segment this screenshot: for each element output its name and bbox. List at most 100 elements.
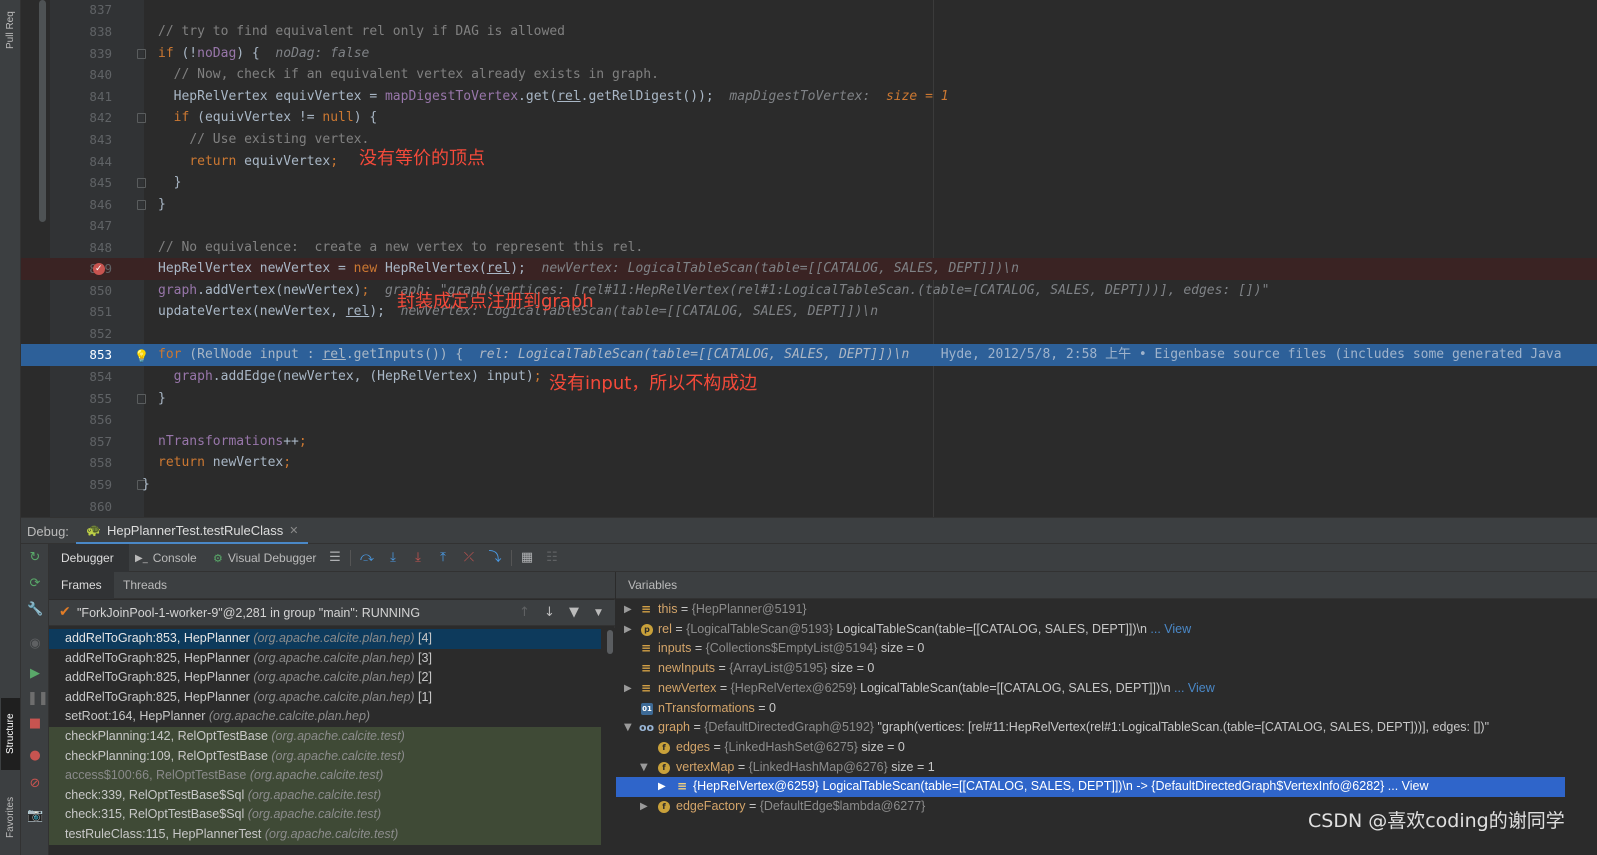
stack-frame[interactable]: checkPlanning:109, RelOptTestBase (org.a… — [49, 746, 601, 767]
view-link[interactable]: ... View — [1384, 779, 1429, 793]
code-line[interactable]: 841 HepRelVertex equivVertex = mapDigest… — [21, 86, 1597, 108]
code-line[interactable]: 860 — [21, 496, 1597, 518]
expand-arrow-icon[interactable]: ▶ — [624, 679, 634, 699]
stack-frame[interactable]: addRelToGraph:825, HepPlanner (org.apach… — [49, 649, 601, 669]
down-arrow-icon[interactable]: ↓ — [544, 605, 555, 620]
expand-arrow-icon[interactable]: ▶ — [624, 620, 634, 640]
view-link[interactable]: ... View — [1171, 681, 1215, 695]
stack-frame[interactable]: checkPlanning:142, RelOptTestBase (org.a… — [49, 727, 601, 747]
fold-marker-icon[interactable] — [137, 49, 146, 59]
variable-row[interactable]: ≡ inputs = {Collections$EmptyList@5194} … — [616, 639, 1565, 659]
expand-arrow-icon[interactable]: ▶ — [658, 777, 668, 797]
code-line[interactable]: 840 // Now, check if an equivalent verte… — [21, 64, 1597, 86]
code-line-breakpoint[interactable]: 849HepRelVertex newVertex = new HepRelVe… — [21, 258, 1597, 280]
stack-frame[interactable]: addRelToGraph:825, HepPlanner (org.apach… — [49, 688, 601, 708]
pull-requests-tab[interactable]: Pull Req — [1, 0, 20, 60]
variable-row[interactable]: f edges = {LinkedHashSet@6275} size = 0 — [616, 738, 1565, 758]
code-line[interactable]: 844 return equivVertex; — [21, 151, 1597, 173]
stop-icon[interactable]: ■ — [27, 716, 43, 732]
variable-row[interactable]: 01 nTransformations = 0 — [616, 699, 1565, 719]
code-line[interactable]: 842 if (equivVertex != null) { — [21, 107, 1597, 129]
pause-icon[interactable]: ❚❚ — [27, 691, 49, 707]
code-line[interactable]: 837 — [21, 0, 1597, 21]
camera-icon[interactable]: 📷 — [27, 808, 43, 824]
favorites-tab[interactable]: Favorites — [1, 780, 20, 855]
wrench-icon[interactable]: 🔧 — [27, 602, 43, 618]
structure-tab[interactable]: Structure — [1, 698, 20, 770]
variable-row[interactable]: ▼ oo graph = {DefaultDirectedGraph@5192}… — [616, 718, 1565, 738]
variable-row-selected[interactable]: ▶ ≡ {HepRelVertex@6259} LogicalTableScan… — [616, 777, 1565, 797]
variable-row[interactable]: ▶ p rel = {LogicalTableScan@5193} Logica… — [616, 620, 1565, 640]
code-line[interactable]: 839 if (!noDag) { noDag: false — [21, 43, 1597, 65]
thread-selector[interactable]: ✔ "ForkJoinPool-1-worker-9"@2,281 in gro… — [49, 600, 615, 626]
code-line[interactable]: 854 graph.addEdge(newVertex, (HepRelVert… — [21, 366, 1597, 388]
layout-menu-icon[interactable]: ☰ — [327, 550, 343, 566]
stack-frame[interactable]: check:339, RelOptTestBase$Sql (org.apach… — [49, 785, 601, 806]
code-line[interactable]: 846} — [21, 194, 1597, 216]
lightbulb-icon[interactable]: 💡 — [134, 345, 149, 367]
mute-breakpoints-icon[interactable]: ⊘ — [27, 776, 43, 792]
step-over-icon[interactable]: ⤼ — [359, 550, 375, 566]
drop-frame-icon[interactable]: ⤫ — [461, 550, 477, 566]
expand-arrow-icon[interactable]: ▶ — [640, 797, 650, 817]
code-line[interactable]: 838 // try to find equivalent rel only if… — [21, 21, 1597, 43]
tab-console[interactable]: ▶_ Console — [135, 544, 211, 572]
variables-scrollbar[interactable] — [1566, 599, 1578, 855]
variable-row[interactable]: ▼ f vertexMap = {LinkedHashMap@6276} siz… — [616, 758, 1565, 778]
stack-frame[interactable]: testRuleClass:115, HepPlannerTest (org.a… — [49, 825, 601, 845]
fold-marker-icon[interactable] — [137, 394, 146, 404]
stack-frame[interactable]: setRoot:164, HepPlanner (org.apache.calc… — [49, 707, 601, 727]
breakpoints-icon[interactable]: ● — [27, 748, 43, 764]
resume-icon[interactable]: ▶ — [27, 666, 43, 682]
stack-frame[interactable]: check:315, RelOptTestBase$Sql (org.apach… — [49, 805, 601, 825]
view-link[interactable]: ... View — [1147, 622, 1191, 636]
collapse-arrow-icon[interactable]: ▼ — [624, 718, 634, 738]
frames-scrollbar[interactable] — [605, 628, 615, 855]
code-line[interactable]: 845 } — [21, 172, 1597, 194]
close-icon[interactable]: ✕ — [289, 524, 298, 537]
tab-debugger[interactable]: Debugger — [49, 544, 129, 572]
breakpoint-icon[interactable] — [93, 258, 105, 280]
run-to-cursor-icon[interactable]: ⤵ — [487, 550, 503, 566]
fold-marker-icon[interactable] — [137, 200, 146, 210]
filter-icon[interactable]: ▼ — [569, 605, 579, 620]
code-line[interactable]: 855} — [21, 388, 1597, 410]
frames-scroll-thumb[interactable] — [607, 630, 613, 654]
tab-visual-debugger[interactable]: ⚙ Visual Debugger — [213, 544, 323, 572]
fold-marker-icon[interactable] — [137, 113, 146, 123]
rerun-icon[interactable]: ↻ — [27, 550, 43, 566]
collapse-arrow-icon[interactable]: ▼ — [640, 758, 650, 778]
variable-row[interactable]: ▶ ≡ newVertex = {HepRelVertex@6259} Logi… — [616, 679, 1565, 699]
code-editor[interactable]: 837 838 // try to find equivalent rel onl… — [21, 0, 1597, 529]
up-arrow-icon[interactable]: ↑ — [519, 605, 530, 620]
variable-row[interactable]: ≡ newInputs = {ArrayList@5195} size = 0 — [616, 659, 1565, 679]
stack-frame[interactable]: addRelToGraph:825, HepPlanner (org.apach… — [49, 668, 601, 688]
variable-row[interactable]: ▶ ≡ this = {HepPlanner@5191} — [616, 600, 1565, 620]
step-out-icon[interactable]: ⤒ — [435, 550, 451, 566]
code-line[interactable]: 852 — [21, 323, 1597, 345]
code-line[interactable]: 843 // Use existing vertex. — [21, 129, 1597, 151]
view-breakpoints-icon[interactable]: ◉ — [27, 636, 43, 652]
code-line[interactable]: 859} — [21, 474, 1597, 496]
chevron-down-icon[interactable]: ▼ — [595, 608, 602, 618]
stack-frame[interactable]: addRelToGraph:853, HepPlanner (org.apach… — [49, 629, 601, 649]
tab-frames[interactable]: Frames — [49, 572, 114, 599]
tab-threads[interactable]: Threads — [111, 572, 179, 599]
expand-arrow-icon[interactable]: ▶ — [624, 600, 634, 620]
trace-stream-icon[interactable]: ☷ — [544, 550, 560, 566]
code-line[interactable]: 851 updateVertex(newVertex, rel); newVert… — [21, 301, 1597, 323]
code-line[interactable]: 856 — [21, 409, 1597, 431]
code-line[interactable]: 850 graph.addVertex(newVertex); graph: "g… — [21, 280, 1597, 302]
code-line[interactable]: 847 — [21, 215, 1597, 237]
code-line[interactable]: 858 return newVertex; — [21, 452, 1597, 474]
debug-session-tab[interactable]: 🐢 HepPlannerTest.testRuleClass ✕ — [76, 518, 309, 545]
force-step-into-icon[interactable]: ⤓ — [410, 550, 426, 566]
step-into-icon[interactable]: ⤓ — [385, 550, 401, 566]
rerun-failed-icon[interactable]: ⟳ — [27, 576, 43, 592]
code-line-execution-point[interactable]: 853 💡 for (RelNode input : rel.getInputs()… — [21, 344, 1597, 366]
code-line[interactable]: 857 nTransformations++; — [21, 431, 1597, 453]
fold-marker-icon[interactable] — [137, 178, 146, 188]
stack-frame[interactable]: access$100:66, RelOptTestBase (org.apach… — [49, 766, 601, 786]
code-line[interactable]: 848 // No equivalence: create a new verte… — [21, 237, 1597, 259]
evaluate-expression-icon[interactable]: ▦ — [519, 550, 535, 566]
